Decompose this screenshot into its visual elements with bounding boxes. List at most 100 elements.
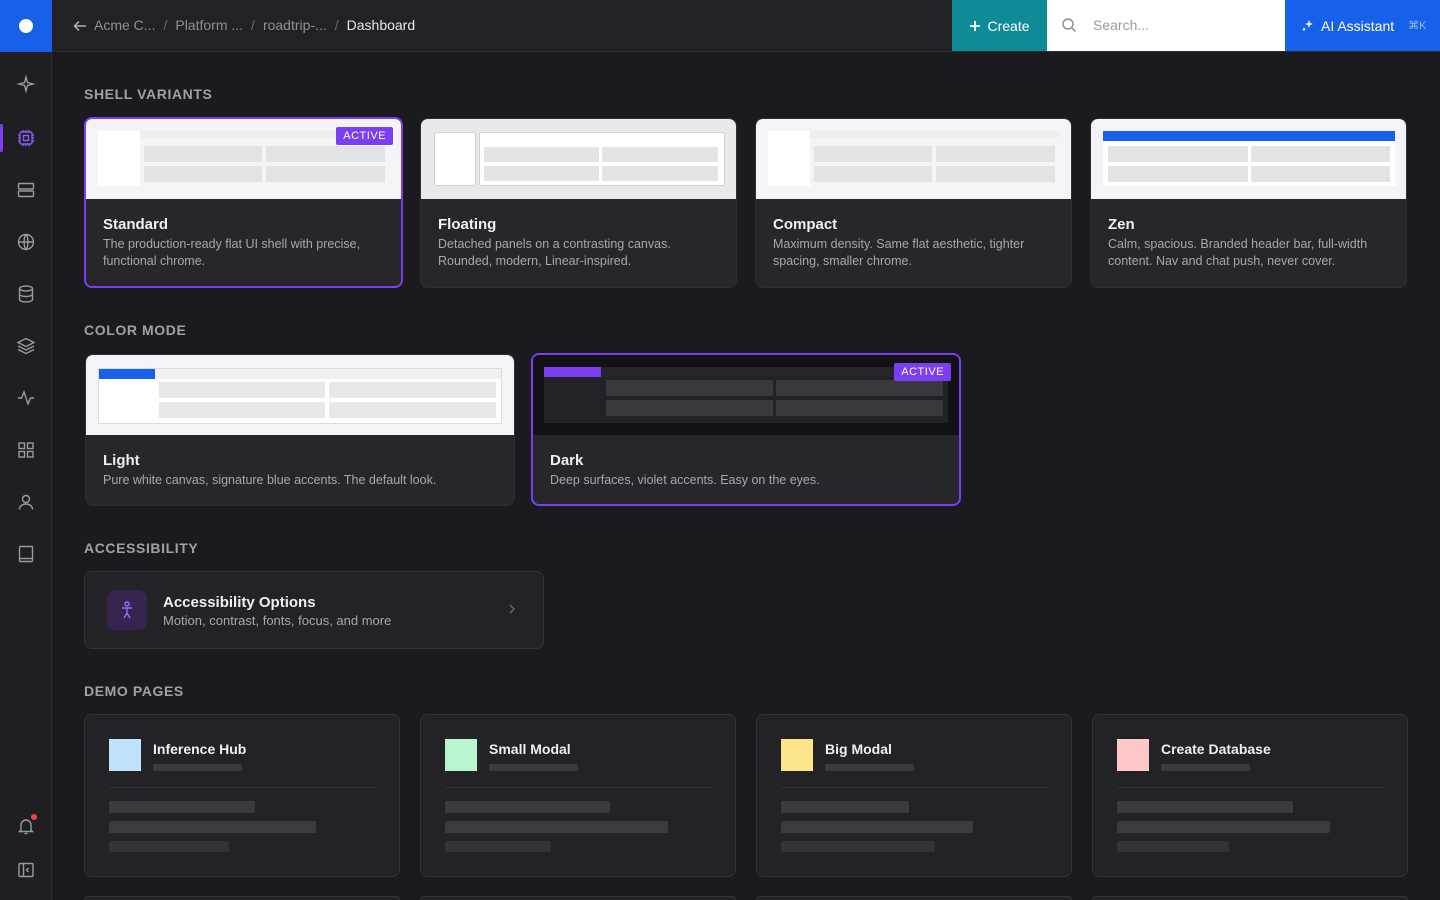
card-description: Detached panels on a contrasting canvas.… (438, 237, 671, 268)
breadcrumb-platform[interactable]: Platform ... (175, 17, 243, 33)
demo-card-big-modal[interactable]: Big Modal (756, 714, 1072, 877)
skeleton-line (489, 764, 578, 771)
divider (445, 787, 713, 788)
skeleton-line (781, 821, 973, 833)
shell-card-floating[interactable]: Floating Detached panels on a contrastin… (420, 118, 737, 288)
demo-card-next-row[interactable] (756, 896, 1072, 900)
color-swatch (781, 739, 813, 771)
skeleton-line (445, 801, 610, 813)
card-description: Calm, spacious. Branded header bar, full… (1108, 237, 1368, 268)
card-description: Maximum density. Same flat aesthetic, ti… (773, 237, 1025, 268)
section-title-accessibility: ACCESSIBILITY (84, 540, 199, 556)
chevron-right-icon (509, 604, 515, 614)
card-title: Light (103, 452, 140, 469)
breadcrumb-separator: / (251, 17, 255, 33)
skeleton-line (109, 841, 229, 852)
search-box (1047, 0, 1285, 51)
section-title-demo: DEMO PAGES (84, 683, 184, 699)
plus-icon (970, 20, 981, 31)
color-card-dark[interactable]: ACTIVE Dark Deep surfaces, violet accent… (531, 353, 961, 506)
demo-card-small-modal[interactable]: Small Modal (420, 714, 736, 877)
server-icon[interactable] (0, 170, 52, 210)
thumbnail-light (86, 355, 514, 435)
app-logo[interactable] (0, 0, 52, 52)
active-badge: ACTIVE (336, 127, 393, 145)
sparkle-icon[interactable] (0, 64, 52, 104)
chip-icon[interactable] (0, 118, 52, 158)
accessibility-subtitle: Motion, contrast, fonts, focus, and more (163, 613, 392, 628)
thumbnail-compact (756, 119, 1071, 199)
layers-icon[interactable] (0, 326, 52, 366)
card-title: Standard (103, 216, 169, 233)
demo-title: Small Modal (489, 741, 571, 757)
demo-title: Big Modal (825, 741, 892, 757)
demo-card-inference-hub[interactable]: Inference Hub (84, 714, 400, 877)
breadcrumb-project[interactable]: roadtrip-... (263, 17, 327, 33)
sidebar (0, 0, 52, 900)
grid-icon[interactable] (0, 430, 52, 470)
skeleton-line (109, 821, 316, 833)
back-arrow-icon[interactable] (70, 16, 90, 36)
shell-card-zen[interactable]: Zen Calm, spacious. Branded header bar, … (1090, 118, 1407, 288)
globe-icon[interactable] (0, 222, 52, 262)
skeleton-line (109, 801, 255, 813)
card-title: Compact (773, 216, 838, 233)
card-title: Dark (550, 452, 584, 469)
skeleton-line (1161, 764, 1250, 771)
section-title-color: COLOR MODE (84, 322, 187, 338)
demo-title: Create Database (1161, 741, 1271, 757)
panel-toggle-icon[interactable] (0, 850, 52, 890)
demo-card-next-row[interactable] (84, 896, 400, 900)
shell-card-standard[interactable]: ACTIVE Standard The production-ready fla… (84, 117, 403, 288)
ai-assistant-label: AI Assistant (1321, 17, 1395, 34)
section-title-shell: SHELL VARIANTS (84, 86, 213, 102)
breadcrumb: Acme C... / Platform ... / roadtrip-... … (94, 17, 415, 33)
card-description: The production-ready flat UI shell with … (103, 237, 361, 268)
search-input[interactable] (1093, 14, 1273, 36)
skeleton-line (825, 764, 914, 771)
demo-card-next-row[interactable] (1092, 896, 1408, 900)
divider (781, 787, 1049, 788)
thumbnail-floating (421, 119, 736, 199)
accessibility-options-card[interactable]: Accessibility Options Motion, contrast, … (84, 571, 544, 649)
logo-dot-icon (19, 19, 33, 33)
activity-icon[interactable] (0, 378, 52, 418)
divider (1117, 787, 1385, 788)
book-icon[interactable] (0, 534, 52, 574)
skeleton-line (1117, 841, 1229, 852)
breadcrumb-current: Dashboard (346, 17, 416, 33)
accessibility-icon (107, 590, 147, 630)
card-description: Deep surfaces, violet accents. Easy on t… (550, 473, 820, 487)
breadcrumb-separator: / (334, 17, 339, 33)
sparkles-icon (1302, 19, 1313, 31)
ai-shortcut: ⌘K (1408, 20, 1427, 32)
notification-dot (31, 814, 37, 820)
color-swatch (1117, 739, 1149, 771)
breadcrumb-separator: / (163, 17, 168, 33)
accessibility-title: Accessibility Options (163, 594, 316, 611)
topbar: Acme C... / Platform ... / roadtrip-... … (52, 0, 1440, 52)
demo-card-next-row[interactable] (420, 896, 736, 900)
divider (109, 787, 377, 788)
user-icon[interactable] (0, 482, 52, 522)
create-button-label: Create (987, 17, 1030, 34)
color-swatch (445, 739, 477, 771)
bell-icon[interactable] (0, 806, 52, 846)
skeleton-line (445, 841, 551, 852)
shell-card-compact[interactable]: Compact Maximum density. Same flat aesth… (755, 118, 1072, 288)
database-icon[interactable] (0, 274, 52, 314)
thumbnail-zen (1091, 119, 1406, 199)
create-button[interactable]: Create (952, 0, 1047, 51)
skeleton-line (781, 841, 935, 852)
breadcrumb-org[interactable]: Acme C... (94, 17, 155, 33)
color-swatch (109, 739, 141, 771)
skeleton-line (781, 801, 909, 813)
demo-card-create-database[interactable]: Create Database (1092, 714, 1408, 877)
skeleton-line (1117, 801, 1293, 813)
ai-assistant-button[interactable]: AI Assistant ⌘K (1285, 0, 1440, 51)
card-description: Pure white canvas, signature blue accent… (103, 473, 437, 487)
card-title: Zen (1108, 216, 1135, 233)
search-icon (1062, 18, 1076, 32)
skeleton-line (153, 764, 242, 771)
color-card-light[interactable]: Light Pure white canvas, signature blue … (85, 354, 515, 506)
